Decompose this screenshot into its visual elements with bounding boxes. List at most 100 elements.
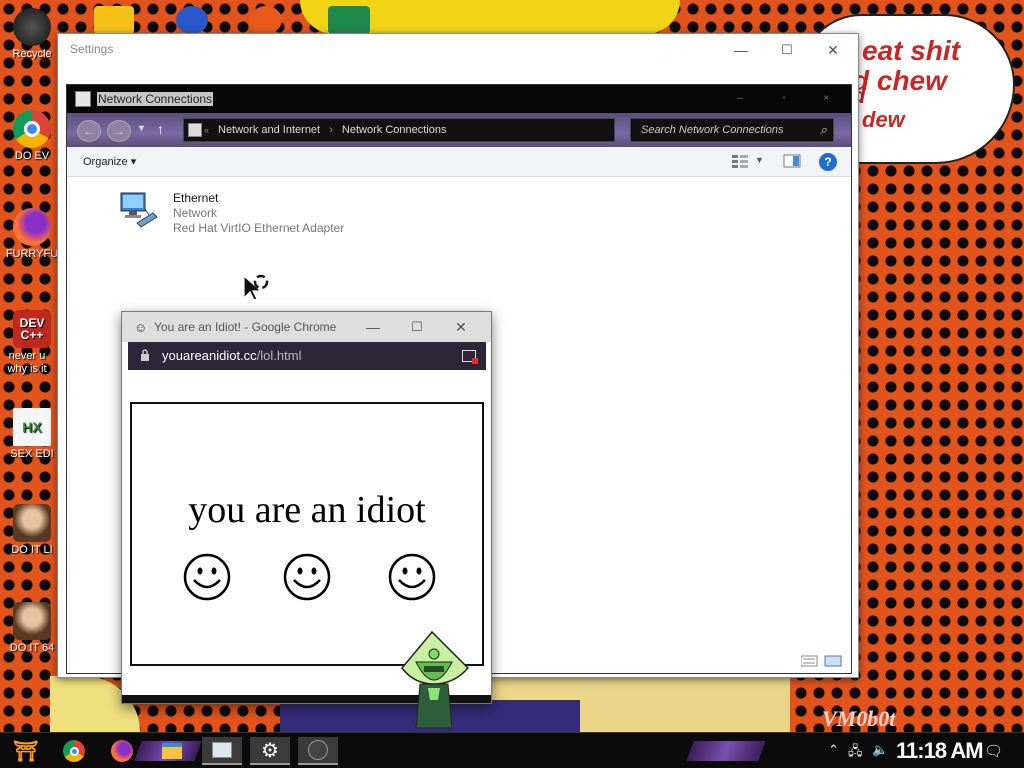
- preview-pane-icon[interactable]: [783, 153, 801, 169]
- maximize-button[interactable]: ☐: [764, 38, 810, 62]
- view-toggle-icons[interactable]: [801, 655, 843, 667]
- search-input[interactable]: Search Network Connections ⌕: [630, 118, 834, 142]
- adapter-network: Network: [173, 206, 218, 220]
- desktop-app-icon[interactable]: [176, 6, 208, 34]
- network-icon[interactable]: 🖧: [848, 742, 863, 764]
- bubble-line: d chew: [852, 65, 947, 96]
- firefox-icon: [111, 740, 133, 762]
- clock[interactable]: 11:18 AM: [896, 738, 984, 764]
- desktop-icon-portrait[interactable]: DO IT 64: [4, 602, 60, 654]
- popup-blocked-icon[interactable]: [462, 350, 478, 364]
- idiot-message: you are an idiot: [188, 489, 426, 531]
- network-folder-icon: [188, 123, 202, 137]
- close-button[interactable]: ✕: [810, 38, 856, 62]
- window-title: Settings: [70, 42, 114, 56]
- taskbar-settings[interactable]: ⚙: [250, 737, 290, 765]
- cartoon-character-icon: [401, 630, 470, 729]
- desktop-icon-label: DO IT 64: [9, 642, 55, 654]
- start-button[interactable]: ⛩: [6, 737, 46, 765]
- bubble-line: eat shit: [862, 35, 961, 66]
- chevron-icon: «: [204, 125, 210, 135]
- portrait-icon: [13, 504, 51, 542]
- desktop-icon-label: SEX EDI: [10, 448, 54, 460]
- close-button[interactable]: ×: [811, 91, 841, 107]
- breadcrumb[interactable]: « Network and Internet › Network Connect…: [183, 118, 615, 142]
- view-dropdown-icon[interactable]: ▼: [755, 155, 764, 165]
- desktop-icon-label: Recycle: [12, 48, 52, 60]
- maximize-button[interactable]: ☐: [397, 317, 437, 337]
- title-bar: ☺ You are an Idiot! - Google Chrome — ☐ …: [122, 312, 491, 342]
- command-bar: Organize ▾ ▼ ?: [67, 147, 851, 177]
- minimize-button[interactable]: –: [725, 91, 755, 107]
- recycle-bin-icon: [13, 8, 51, 46]
- title-bar: Network Connections – ▫ ×: [67, 85, 851, 113]
- search-icon[interactable]: ⌕: [820, 119, 827, 141]
- start-icon: ⛩: [13, 740, 39, 763]
- help-icon[interactable]: ?: [819, 153, 837, 171]
- page-content: you are an idiot: [130, 402, 484, 666]
- desktop-icon-label: FURRYFU: [5, 248, 59, 260]
- back-button[interactable]: ←: [77, 120, 101, 142]
- up-arrow-icon[interactable]: ↑: [157, 121, 164, 137]
- desktop-icon-label: DO EV: [14, 150, 50, 162]
- portrait-icon: [13, 602, 51, 640]
- bubble-line: dew: [862, 107, 905, 132]
- breadcrumb-item[interactable]: Network Connections: [342, 124, 447, 136]
- url-path: /lol.html: [256, 348, 302, 363]
- desktop-app-icon[interactable]: [94, 6, 134, 34]
- desktop-icon-label: never u why is it: [7, 350, 47, 375]
- smiley-face-icon: [388, 553, 436, 601]
- desktop-icon-hex[interactable]: HX SEX EDI: [4, 408, 60, 460]
- organize-button[interactable]: Organize ▾: [83, 155, 136, 168]
- ethernet-adapter-icon[interactable]: [119, 189, 159, 229]
- breadcrumb-item[interactable]: Network and Internet: [218, 124, 320, 136]
- desktop-icon-label: DO IT LI: [11, 544, 53, 556]
- lock-icon[interactable]: [140, 349, 150, 361]
- desktop-icon-portrait[interactable]: DO IT LI: [4, 504, 60, 556]
- url-text[interactable]: youareanidiot.cc/lol.html: [162, 348, 301, 363]
- notification-icon[interactable]: 🗨: [984, 742, 1003, 760]
- settings-icon: ⚙: [261, 739, 279, 762]
- dev-cpp-icon: DEV C++: [13, 310, 51, 348]
- taskbar-decoration: [686, 741, 766, 761]
- desktop-app-icon[interactable]: [250, 6, 282, 34]
- taskbar-chrome[interactable]: [54, 737, 94, 765]
- watermark: VM0b0t: [822, 706, 896, 731]
- file-explorer-icon: [162, 743, 182, 759]
- url-domain: youareanidiot.cc: [162, 348, 257, 363]
- bubble-text: eat shit d chew d dew: [852, 35, 961, 132]
- network-folder-icon: [75, 91, 91, 107]
- chrome-icon: [63, 740, 85, 762]
- recent-locations-icon[interactable]: ▼: [137, 123, 146, 133]
- chevron-right-icon: ›: [329, 124, 333, 136]
- volume-icon[interactable]: 🔈: [872, 742, 888, 758]
- address-bar: ← → ▼ ↑ « Network and Internet › Network…: [67, 113, 851, 147]
- smiley-face-icon: [183, 553, 231, 601]
- maximize-button[interactable]: ▫: [769, 91, 799, 107]
- smiley-face-icon: [283, 553, 331, 601]
- busy-cursor-icon: [243, 274, 269, 301]
- desktop-icon-firefox[interactable]: FURRYFU: [4, 208, 60, 260]
- address-bar[interactable]: youareanidiot.cc/lol.html: [128, 342, 486, 370]
- window-title: Network Connections: [97, 92, 214, 106]
- taskbar-file-explorer[interactable]: [152, 737, 192, 765]
- minimize-button[interactable]: —: [353, 317, 393, 337]
- close-button[interactable]: ✕: [441, 317, 481, 337]
- hex-editor-icon: HX: [13, 408, 51, 446]
- forward-button[interactable]: →: [107, 120, 131, 142]
- desktop-icon-recycle[interactable]: Recycle: [4, 8, 60, 60]
- firefox-icon: [13, 208, 51, 246]
- desktop-icon-chrome[interactable]: DO EV: [4, 110, 60, 162]
- window-title: You are an Idiot! - Google Chrome: [154, 320, 337, 334]
- network-connections-icon: [212, 742, 232, 758]
- smiley-favicon-icon: ☺: [134, 320, 148, 335]
- adapter-device: Red Hat VirtIO Ethernet Adapter: [173, 221, 345, 235]
- adapter-name[interactable]: Ethernet: [173, 191, 218, 205]
- minimize-button[interactable]: —: [718, 38, 764, 62]
- taskbar-character[interactable]: [298, 737, 338, 765]
- desktop-icon-devcpp[interactable]: DEV C++ never u why is it: [4, 310, 60, 376]
- desktop-app-icon[interactable]: [328, 6, 370, 34]
- taskbar-network-connections[interactable]: [202, 737, 242, 765]
- chevron-up-icon[interactable]: ⌃: [828, 742, 839, 758]
- change-view-icon[interactable]: [731, 153, 749, 169]
